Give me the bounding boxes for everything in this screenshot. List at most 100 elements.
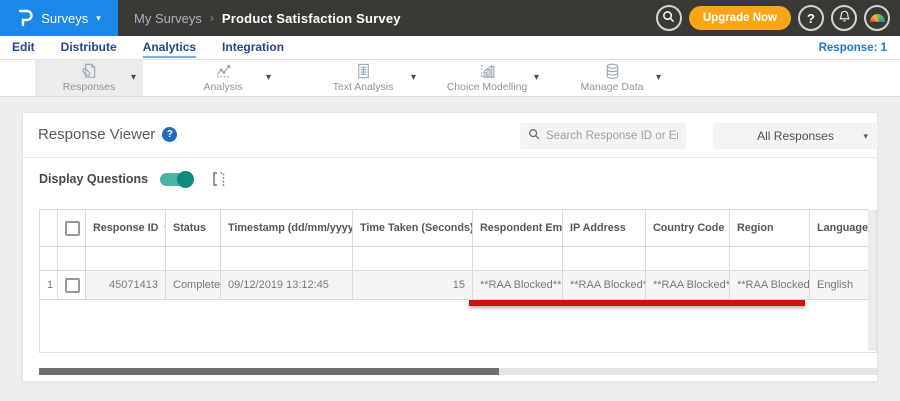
column-label: Respondent Email <box>480 222 563 234</box>
all-responses-dropdown[interactable]: All Responses ▾ <box>713 123 878 149</box>
tab-analytics[interactable]: Analytics <box>142 36 197 59</box>
country-code-cell: **RAA Blocked** <box>645 270 730 300</box>
row-select-cell <box>57 270 86 300</box>
panel-title: Response Viewer <box>38 126 156 143</box>
language-cell: English <box>809 270 869 300</box>
toolbar-label: Manage Data <box>580 81 644 93</box>
tab-integration[interactable]: Integration <box>222 36 284 59</box>
display-questions-row: Display Questions <box>39 170 226 188</box>
help-button[interactable]: ? <box>798 5 824 31</box>
surveys-menu-label: Surveys <box>41 10 89 26</box>
dropdown-selected-value: All Responses <box>757 129 834 143</box>
tab-edit[interactable]: Edit <box>12 36 35 59</box>
time-taken-cell: 15 <box>352 270 473 300</box>
toggle-knob <box>177 170 195 188</box>
column-label: Response ID <box>93 222 159 234</box>
response-search-box <box>520 123 686 149</box>
horizontal-scrollbar-track[interactable] <box>39 368 879 375</box>
help-circle-icon[interactable]: ? <box>162 127 178 142</box>
toolbar-item-responses[interactable]: Responses ▾ <box>35 60 143 96</box>
responses-table: Response ID▼ Status Timestamp (dd/mm/yyy… <box>39 209 869 300</box>
freeze-columns-icon[interactable] <box>211 171 226 187</box>
column-label: Timestamp (dd/mm/yyyy) <box>228 222 353 234</box>
chevron-down-icon[interactable]: ▾ <box>266 72 271 83</box>
select-all-header <box>57 209 86 247</box>
column-label: Language <box>817 222 868 234</box>
filter-cell[interactable] <box>472 246 563 271</box>
search-icon <box>662 10 675 26</box>
filter-cell[interactable] <box>562 246 646 271</box>
response-count-label: Response: 1 <box>818 41 887 54</box>
toolbar-label: Responses <box>62 81 116 93</box>
toolbar-item-choice-modelling[interactable]: Choice Modelling ▾ <box>428 60 546 96</box>
gauge-avatar-icon <box>869 14 885 22</box>
col-ip-address[interactable]: IP Address <box>562 209 646 247</box>
search-response-input[interactable] <box>546 130 678 142</box>
timestamp-cell: 09/12/2019 13:12:45 <box>220 270 353 300</box>
search-button[interactable] <box>655 5 682 31</box>
col-timestamp[interactable]: Timestamp (dd/mm/yyyy)⇅ <box>220 209 353 247</box>
col-language[interactable]: Language <box>809 209 869 247</box>
col-country-code[interactable]: Country Code <box>645 209 730 247</box>
filter-cell[interactable] <box>220 246 353 271</box>
text-analysis-icon <box>303 62 423 81</box>
top-nav-bar: Surveys ▾ My Surveys › Product Satisfact… <box>0 0 900 36</box>
surveys-product-menu[interactable]: Surveys ▾ <box>0 0 118 36</box>
brand-logo-icon <box>17 8 33 28</box>
col-response-id[interactable]: Response ID▼ <box>85 209 166 247</box>
column-label: Country Code <box>653 222 725 234</box>
app-window: Surveys ▾ My Surveys › Product Satisfact… <box>0 0 900 401</box>
col-status[interactable]: Status <box>165 209 221 247</box>
manage-data-icon <box>556 62 668 81</box>
tab-distribute[interactable]: Distribute <box>61 36 117 59</box>
filter-cell[interactable] <box>645 246 730 271</box>
table-header-row: Response ID▼ Status Timestamp (dd/mm/yyy… <box>39 209 869 247</box>
filter-cell[interactable] <box>729 246 810 271</box>
upgrade-now-button[interactable]: Upgrade Now <box>688 6 791 30</box>
col-time-taken[interactable]: Time Taken (Seconds)⇅ <box>352 209 473 247</box>
chevron-down-icon[interactable]: ▾ <box>534 72 539 83</box>
select-all-checkbox[interactable] <box>65 220 80 236</box>
row-number-header <box>39 209 58 247</box>
horizontal-scrollbar-thumb[interactable] <box>39 368 499 375</box>
row-number-cell: 1 <box>39 270 58 300</box>
display-questions-toggle[interactable] <box>160 170 195 188</box>
region-cell: **RAA Blocked** <box>729 270 810 300</box>
toolbar-item-analysis[interactable]: Analysis ▾ <box>168 60 278 96</box>
account-menu-button[interactable] <box>864 5 890 31</box>
filter-cell[interactable] <box>165 246 221 271</box>
response-viewer-panel: Response Viewer ? All Responses ▾ Displa… <box>22 112 879 382</box>
survey-tab-bar: Edit Distribute Analytics Integration Re… <box>0 36 900 60</box>
table-row: 1 45071413 Completed 09/12/2019 13:12:45… <box>39 270 869 300</box>
filter-cell[interactable] <box>809 246 869 271</box>
col-region[interactable]: Region <box>729 209 810 247</box>
annotation-red-underline <box>469 300 805 306</box>
toolbar-label: Text Analysis <box>332 81 394 93</box>
breadcrumb-my-surveys[interactable]: My Surveys <box>134 11 202 26</box>
responses-icon <box>35 62 143 81</box>
response-viewer-header: Response Viewer ? All Responses ▾ <box>23 113 878 158</box>
page-title: Product Satisfaction Survey <box>221 10 401 26</box>
display-questions-label: Display Questions <box>39 172 149 186</box>
bell-icon <box>838 10 851 26</box>
vertical-scrollbar[interactable] <box>868 210 876 351</box>
toolbar-item-text-analysis[interactable]: Text Analysis ▾ <box>303 60 423 96</box>
chevron-down-icon[interactable]: ▾ <box>411 72 416 83</box>
notifications-button[interactable] <box>831 5 857 31</box>
ip-address-cell: **RAA Blocked** <box>562 270 646 300</box>
column-filter-row <box>39 246 869 271</box>
filter-cell[interactable] <box>85 246 166 271</box>
filter-cell[interactable] <box>352 246 473 271</box>
chevron-down-icon[interactable]: ▾ <box>131 72 136 83</box>
response-id-cell[interactable]: 45071413 <box>85 270 166 300</box>
chevron-down-icon[interactable]: ▾ <box>656 72 661 83</box>
filter-cell <box>39 246 58 271</box>
toolbar-item-manage-data[interactable]: Manage Data ▾ <box>556 60 668 96</box>
respondent-email-cell: **RAA Blocked** <box>472 270 563 300</box>
analytics-toolbar: Responses ▾ Analysis ▾ Text Analysis ▾ C… <box>0 60 900 97</box>
col-respondent-email[interactable]: Respondent Email <box>472 209 563 247</box>
status-cell: Completed <box>165 270 221 300</box>
toolbar-label: Choice Modelling <box>446 81 528 93</box>
row-checkbox[interactable] <box>65 277 80 293</box>
panel-title-row: Response Viewer ? <box>38 126 178 143</box>
